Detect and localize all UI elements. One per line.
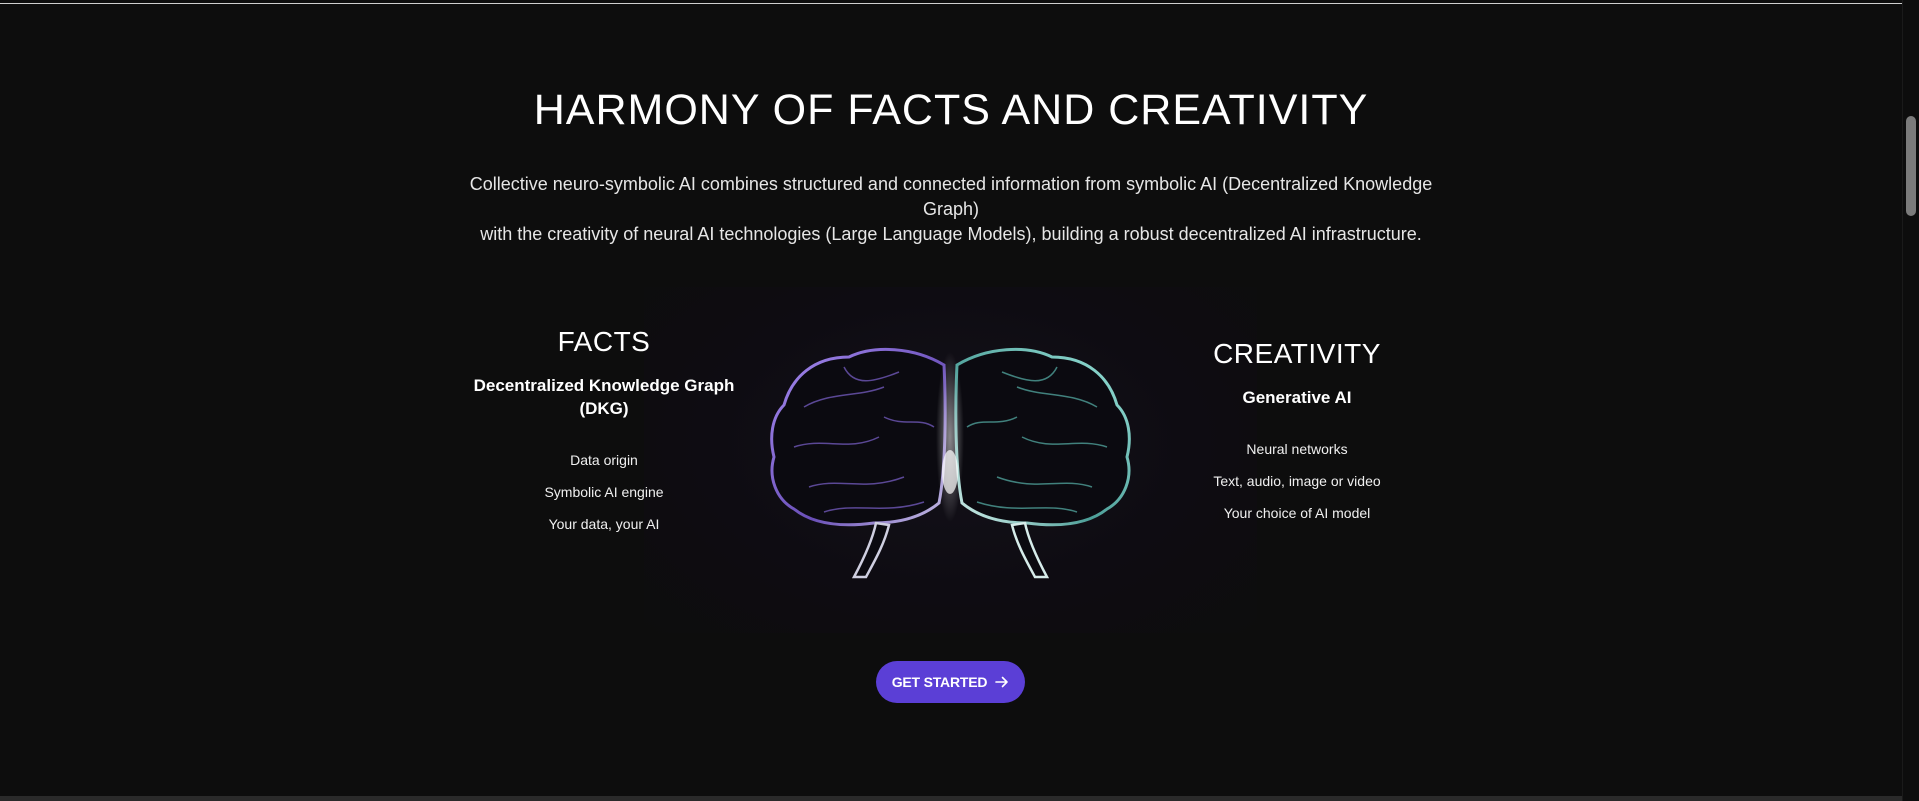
get-started-label: GET STARTED bbox=[891, 674, 988, 690]
facts-title: FACTS bbox=[557, 326, 651, 357]
creativity-title: CREATIVITY bbox=[1213, 338, 1381, 369]
facts-item: Data origin bbox=[570, 452, 638, 468]
scrollbar-thumb[interactable] bbox=[1906, 116, 1916, 216]
arrow-right-icon bbox=[995, 676, 1009, 688]
bottom-divider bbox=[0, 796, 1902, 801]
creativity-subtitle: Generative AI bbox=[1242, 388, 1352, 407]
section-intro: Collective neuro-symbolic AI combines st… bbox=[451, 172, 1451, 247]
creativity-list: Neural networks Text, audio, image or vi… bbox=[1152, 433, 1442, 529]
page: HARMONY OF FACTS AND CREATIVITY Collecti… bbox=[0, 0, 1919, 801]
facts-subtitle: Decentralized Knowledge Graph (DKG) bbox=[473, 376, 735, 418]
get-started-button[interactable]: GET STARTED bbox=[876, 661, 1025, 703]
creativity-column: CREATIVITY Generative AI Neural networks… bbox=[1152, 338, 1442, 529]
creativity-item: Text, audio, image or video bbox=[1213, 473, 1381, 489]
facts-item: Symbolic AI engine bbox=[544, 484, 664, 500]
intro-line-1: Collective neuro-symbolic AI combines st… bbox=[469, 174, 1433, 219]
section-heading: HARMONY OF FACTS AND CREATIVITY bbox=[533, 86, 1369, 134]
facts-list: Data origin Symbolic AI engine Your data… bbox=[459, 444, 749, 540]
intro-line-2: with the creativity of neural AI technol… bbox=[480, 224, 1422, 244]
creativity-item: Neural networks bbox=[1246, 441, 1348, 457]
facts-column: FACTS Decentralized Knowledge Graph (DKG… bbox=[459, 326, 749, 540]
creativity-item: Your choice of AI model bbox=[1223, 505, 1371, 521]
top-divider bbox=[0, 3, 1902, 4]
facts-item: Your data, your AI bbox=[548, 516, 660, 532]
